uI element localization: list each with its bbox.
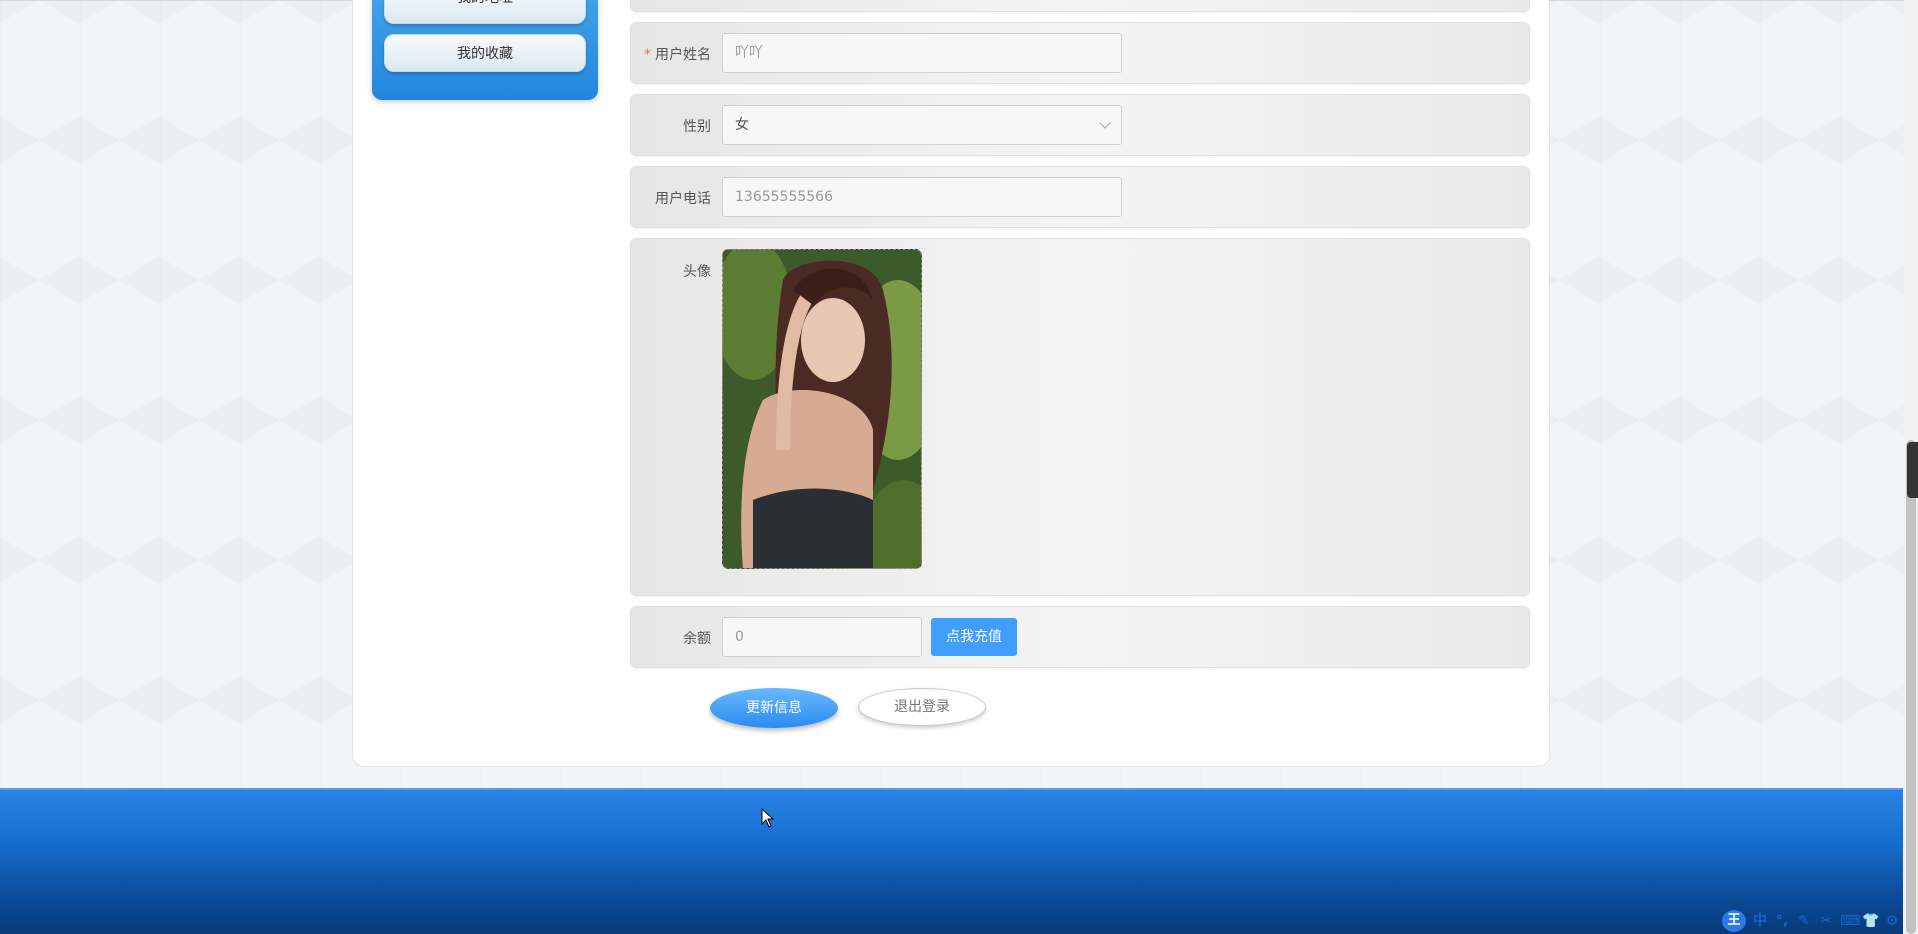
phone-label: 用户电话: [655, 191, 711, 207]
gender-select[interactable]: 女: [722, 105, 1122, 145]
ime-handwriting-icon[interactable]: ✎: [1796, 912, 1812, 930]
required-mark: *: [644, 47, 651, 63]
sidebar-item-my-favorites[interactable]: 我的收藏: [384, 34, 586, 72]
form-row-username: * 用户姓名 吖吖: [630, 22, 1530, 84]
balance-label: 余额: [683, 631, 711, 647]
ime-settings-icon[interactable]: ⚙: [1884, 912, 1900, 930]
avatar-image: [723, 250, 921, 568]
username-input[interactable]: 吖吖: [722, 33, 1122, 73]
username-label: * 用户姓名: [644, 47, 711, 63]
ime-logo-icon[interactable]: 王: [1722, 910, 1746, 932]
page-footer: [0, 788, 1903, 934]
scrollbar-thumb[interactable]: [1906, 440, 1916, 934]
update-info-button[interactable]: 更新信息: [710, 688, 838, 728]
ime-screenshot-icon[interactable]: ✂: [1818, 912, 1834, 930]
gender-label: 性别: [683, 119, 711, 135]
chevron-down-icon: [1099, 117, 1111, 129]
ime-skin-icon[interactable]: 👕: [1862, 912, 1879, 930]
sidebar-menu: 我的地址 我的收藏: [372, 0, 598, 100]
balance-input[interactable]: 0: [722, 617, 922, 657]
form-row-gender: 性别 女: [630, 94, 1530, 156]
logout-button[interactable]: 退出登录: [858, 688, 986, 726]
gender-selected-value: 女: [735, 117, 749, 133]
form-row-previous: [630, 0, 1530, 12]
form-row-balance: 余额 0 点我充值: [630, 606, 1530, 668]
recharge-button[interactable]: 点我充值: [931, 618, 1017, 656]
mouse-cursor-icon: [761, 808, 775, 828]
avatar-upload[interactable]: [722, 249, 922, 569]
ime-toolbar: 王 中 °, ✎ ✂ ⌨ 👕 ⚙: [1722, 910, 1900, 932]
form-row-phone: 用户电话 13655555566: [630, 166, 1530, 228]
side-float-widget[interactable]: [1907, 442, 1918, 498]
sidebar-item-my-address[interactable]: 我的地址: [384, 0, 586, 24]
avatar-label: 头像: [683, 264, 711, 280]
ime-chinese-mode-icon[interactable]: 中: [1752, 912, 1768, 930]
form-row-avatar: 头像: [630, 238, 1530, 596]
ime-keyboard-icon[interactable]: ⌨: [1840, 912, 1860, 930]
ime-punctuation-icon[interactable]: °,: [1774, 912, 1790, 930]
phone-input[interactable]: 13655555566: [722, 177, 1122, 217]
